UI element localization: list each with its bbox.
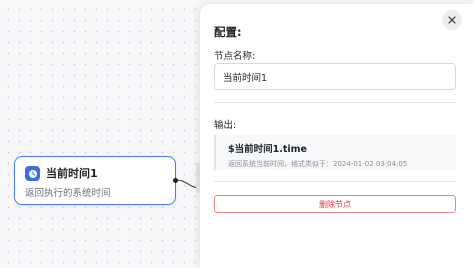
output-label: 输出: — [214, 120, 237, 131]
node-name-label: 节点名称: — [214, 51, 256, 62]
divider — [214, 102, 456, 103]
clock-icon — [25, 166, 40, 181]
close-icon — [448, 16, 456, 24]
output-variable: $当前时间1.time — [228, 144, 307, 155]
panel-title: 配置: — [214, 25, 242, 39]
delete-node-button[interactable]: 删除节点 — [214, 195, 456, 213]
node-output-handle[interactable] — [173, 178, 178, 183]
divider — [214, 181, 456, 182]
workflow-node-current-time[interactable]: 当前时间1 返回执行的系统时间 — [14, 156, 176, 205]
node-description: 返回执行的系统时间 — [25, 188, 111, 199]
output-item: $当前时间1.time 返回系统当前时间，格式类似于：2024-01-02 03… — [214, 135, 456, 170]
node-title: 当前时间1 — [46, 167, 98, 180]
close-button[interactable] — [442, 10, 462, 30]
output-description: 返回系统当前时间，格式类似于：2024-01-02 03:04:05 — [228, 160, 408, 168]
node-name-input[interactable] — [214, 63, 456, 90]
config-panel: 配置: 节点名称: 输出: $当前时间1.time 返回系统当前时间，格式类似于… — [200, 4, 474, 268]
